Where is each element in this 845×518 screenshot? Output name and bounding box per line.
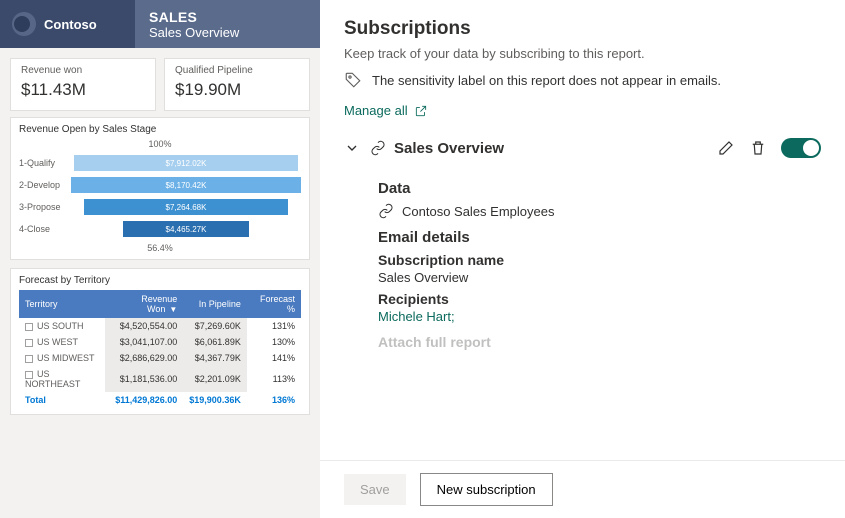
bar-value: $7,912.02K xyxy=(74,155,297,171)
bar-label: 2-Develop xyxy=(19,180,71,190)
brand-logo-icon xyxy=(12,12,36,36)
col-forecast-pct[interactable]: Forecast % xyxy=(247,290,301,318)
chart-title: Revenue Open by Sales Stage xyxy=(19,124,301,135)
sort-desc-icon: ▼ xyxy=(169,305,177,314)
bar-label: 3-Propose xyxy=(19,202,71,212)
nav-section: SALES xyxy=(149,9,320,25)
forecast-table-card[interactable]: Forecast by Territory Territory Revenue … xyxy=(10,268,310,415)
recipients-label: Recipients xyxy=(378,291,821,307)
subscription-toggle[interactable] xyxy=(781,138,821,158)
panel-title: Subscriptions xyxy=(344,18,821,40)
bar-label: 4-Close xyxy=(19,224,71,234)
bar-value: $7,264.68K xyxy=(84,199,289,215)
bar-value: $8,170.42K xyxy=(71,177,301,193)
sensitivity-note: The sensitivity label on this report doe… xyxy=(372,73,721,88)
brand-name: Contoso xyxy=(44,17,97,32)
delete-icon[interactable] xyxy=(749,139,767,157)
tile-value: $11.43M xyxy=(21,80,145,100)
app-header: Contoso SALES Sales Overview xyxy=(0,0,320,48)
bar-label: 1-Qualify xyxy=(19,158,71,168)
external-link-icon xyxy=(414,104,428,118)
subscription-title: Sales Overview xyxy=(394,140,504,157)
data-value: Contoso Sales Employees xyxy=(402,204,554,219)
brand[interactable]: Contoso xyxy=(0,0,135,48)
tile-revenue-won[interactable]: Revenue won $11.43M xyxy=(10,58,156,111)
table-row[interactable]: US MIDWEST$2,686,629.00$4,367.79K141% xyxy=(19,350,301,366)
subscription-name-value: Sales Overview xyxy=(378,270,821,285)
table-total-row: Total$11,429,826.00$19,900.36K136% xyxy=(19,392,301,408)
email-details-heading: Email details xyxy=(378,229,821,246)
table-row[interactable]: US NORTHEAST$1,181,536.00$2,201.09K113% xyxy=(19,366,301,392)
col-in-pipeline[interactable]: In Pipeline xyxy=(183,290,247,318)
manage-all-link[interactable]: Manage all xyxy=(344,103,428,118)
save-button[interactable]: Save xyxy=(344,474,406,505)
recipients-value[interactable]: Michele Hart; xyxy=(378,309,821,324)
tile-label: Revenue won xyxy=(21,65,145,76)
page-breadcrumb[interactable]: SALES Sales Overview xyxy=(135,0,320,48)
nav-page: Sales Overview xyxy=(149,25,320,40)
subscriptions-panel: Subscriptions Keep track of your data by… xyxy=(320,0,845,518)
table-row[interactable]: US WEST$3,041,107.00$6,061.89K130% xyxy=(19,334,301,350)
funnel-bottom-pct: 56.4% xyxy=(19,243,301,253)
attach-full-report-label: Attach full report xyxy=(378,334,821,350)
table-row[interactable]: US SOUTH$4,520,554.00$7,269.60K131% xyxy=(19,318,301,334)
col-territory[interactable]: Territory xyxy=(19,290,105,318)
tile-label: Qualified Pipeline xyxy=(175,65,299,76)
funnel-top-pct: 100% xyxy=(19,139,301,149)
chevron-down-icon[interactable] xyxy=(344,140,360,156)
link-icon xyxy=(370,140,386,156)
new-subscription-button[interactable]: New subscription xyxy=(420,473,553,506)
panel-description: Keep track of your data by subscribing t… xyxy=(344,46,821,61)
tag-icon xyxy=(344,71,362,89)
subscription-name-label: Subscription name xyxy=(378,252,821,268)
subscription-header[interactable]: Sales Overview xyxy=(344,138,821,166)
funnel-chart[interactable]: Revenue Open by Sales Stage 100% 1-Quali… xyxy=(10,117,310,260)
edit-icon[interactable] xyxy=(717,139,735,157)
data-heading: Data xyxy=(378,180,821,197)
bar-value: $4,465.27K xyxy=(123,221,250,237)
link-icon xyxy=(378,203,394,219)
col-revenue-won[interactable]: Revenue Won▼ xyxy=(105,290,184,318)
tile-value: $19.90M xyxy=(175,80,299,100)
tile-qualified-pipeline[interactable]: Qualified Pipeline $19.90M xyxy=(164,58,310,111)
table-title: Forecast by Territory xyxy=(19,275,301,286)
